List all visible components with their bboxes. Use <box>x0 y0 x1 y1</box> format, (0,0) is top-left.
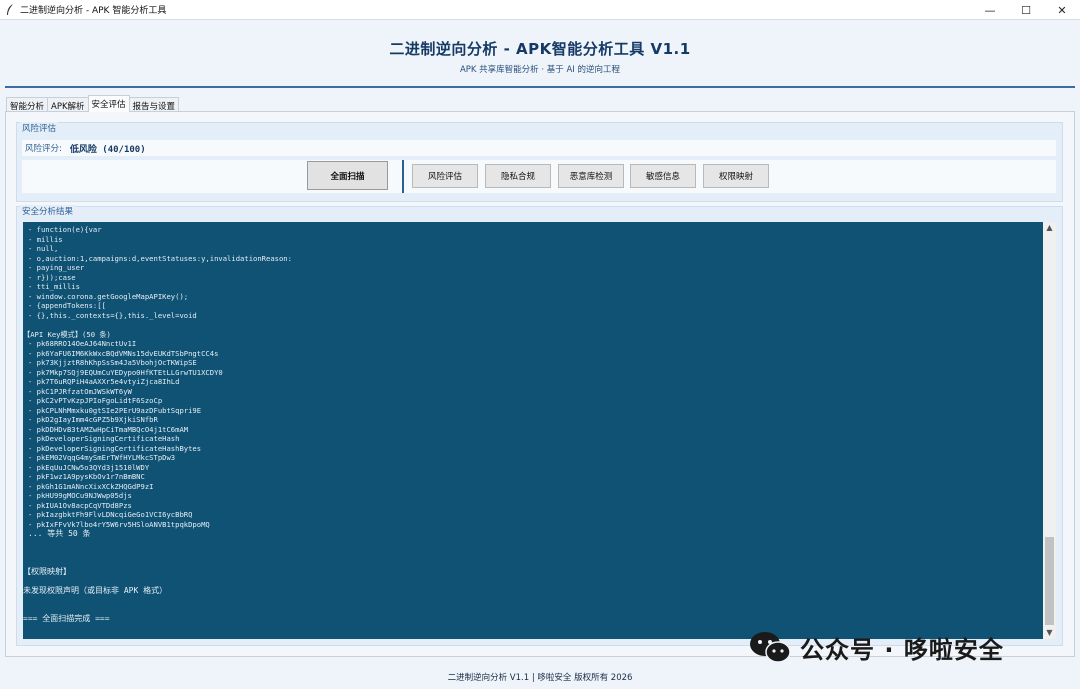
api-key-header: 【API Key模式】(50 条) <box>23 329 111 339</box>
console-line: - pkHU99gMOCu9NJWwp05djs <box>28 491 132 500</box>
scan-complete-text: === 全面扫描完成 === <box>23 614 110 623</box>
minimize-button[interactable]: — <box>972 0 1008 20</box>
scroll-down-icon[interactable]: ▼ <box>1043 627 1056 639</box>
feather-icon <box>7 3 13 15</box>
window-titlebar: 二进制逆向分析 - APK 智能分析工具 — ☐ ✕ <box>0 0 1080 20</box>
console-line: - pkIUA1Ov8acpCqVTDd8Pzs <box>28 500 132 510</box>
console-line: - pkEqUuJCNw5o3QYd3j1510lWDY <box>28 462 150 472</box>
console-line: - paying_user <box>28 263 85 272</box>
console-line: - pk73KjjztR8hKhpSsSm4Ja5VbohjOcTKWipSE <box>28 358 197 367</box>
malware-detect-button[interactable]: 恶意库检测 <box>558 164 624 188</box>
app-header: 二进制逆向分析 - APK智能分析工具 V1.1 APK 共享库智能分析 · 基… <box>0 21 1080 87</box>
console-line: - tti_millis <box>28 282 80 291</box>
risk-score-value: 低风险 (40/100) <box>69 144 146 155</box>
app-title: 二进制逆向分析 - APK智能分析工具 V1.1 <box>389 40 691 58</box>
risk-score-label: 风险评分: <box>25 144 62 154</box>
header-divider <box>5 86 1075 88</box>
wechat-icon <box>750 632 791 663</box>
console-line: - pkDeveloperSigningCertificateHashBytes <box>28 443 202 453</box>
watermark-text: 公众号 · 哆啦安全 <box>800 635 1004 664</box>
permission-header: 【权限映射】 <box>23 566 71 576</box>
console-line: - pkCPLNhMmxku0gtSIe2PErU9azDFubtSqpri9E <box>28 405 202 415</box>
console-line: - pk7Mkp7SQj9EQUmCuYEDypo0HfKTEtLLGrwTU1… <box>28 367 223 377</box>
maximize-button[interactable]: ☐ <box>1008 0 1044 20</box>
console-line: - pkF1wz1A9pysKbOv1r7nBmBNC <box>28 472 145 481</box>
console-line: - pkDDHDvB3tAMZwHpCiTmaMBQcO4j1tC6mAM <box>28 424 189 434</box>
tab-security-assessment[interactable]: 安全评估 <box>87 95 130 112</box>
sensitive-info-button[interactable]: 敏感信息 <box>630 164 696 188</box>
console-line: - pkC1PJRfzatOmJWSkWT6yW <box>28 386 132 396</box>
risk-score-row: 风险评分: 低风险 (40/100) <box>22 140 1056 156</box>
console-line: - pkC2vPTvKzpJPIoFgoLidtF6SzoCp <box>28 396 163 405</box>
api-key-more: ... 等共 50 条 <box>28 529 91 538</box>
console-line: - pkGh1G1mANncXixXCkZHQGdP9zI <box>28 481 154 491</box>
console-line: - pkIxFFvVk7lbo4rY5W6rv5HSloANVB1tpqkDpo… <box>28 519 210 529</box>
full-scan-button[interactable]: 全面扫描 <box>307 161 388 190</box>
console-line: - pk7T6uRQPiH4aAXXr5e4vtyiZjca8IhLd <box>28 377 180 386</box>
button-separator <box>402 160 404 193</box>
console-line: - {},this._contexts={},this._level=void <box>28 310 197 320</box>
console-line: - {appendTokens:[[ <box>28 301 106 310</box>
privacy-compliance-button[interactable]: 隐私合规 <box>485 164 551 188</box>
console-line: - pkIazgbktFh9FlvLDNcqiGeGo1VCI6ycBbRQ <box>28 510 193 519</box>
permission-map-button[interactable]: 权限映射 <box>703 164 769 188</box>
console-line: - pkEM02VqqG4mySmErTWfHYLMkcSTpDw3 <box>28 453 176 462</box>
risk-assess-button[interactable]: 风险评估 <box>412 164 478 188</box>
console-line: - function(e){var <box>28 225 102 234</box>
results-group-title: 安全分析结果 <box>20 205 76 217</box>
scroll-up-icon[interactable]: ▲ <box>1043 222 1056 234</box>
tab-bar: 智能分析 APK解析 安全评估 报告与设置 <box>6 95 180 112</box>
app-subtitle: APK 共享库智能分析 · 基于 AI 的逆向工程 <box>459 65 621 75</box>
scan-button-row: 全面扫描 风险评估 隐私合规 恶意库检测 敏感信息 权限映射 <box>22 160 1056 193</box>
permission-text: 未发现权限声明（或目标非 APK 格式） <box>23 585 168 595</box>
console-scrollbar[interactable]: ▲ ▼ <box>1043 222 1056 639</box>
results-console[interactable]: - function(e){var - millis - null, - o,a… <box>23 222 1043 639</box>
console-line: - window.corona.getGoogleMapAPIKey(); <box>28 291 189 301</box>
console-line: - millis <box>28 234 63 244</box>
console-line: - pk6YaFU6IM6KkWxcBQdVMNs15dvEUKdTSbPngt… <box>28 348 219 358</box>
console-line: - null, <box>28 244 59 253</box>
wechat-watermark: 公众号 · 哆啦安全 <box>748 626 1004 668</box>
console-line: - pkD2gIayImm4cGPZ5b9XjkiSNfbR <box>28 415 158 424</box>
close-button[interactable]: ✕ <box>1044 0 1080 20</box>
console-line: - o,auction:1,campaigns:d,eventStatuses:… <box>28 253 292 263</box>
console-line: - pk68RRO14OeAJ64NnctUv1I <box>28 339 137 348</box>
window-title: 二进制逆向分析 - APK 智能分析工具 <box>20 6 167 16</box>
tab-apk-parse[interactable]: APK解析 <box>47 97 89 112</box>
console-line: - pkDeveloperSigningCertificateHash <box>28 434 180 443</box>
footer-copyright: 二进制逆向分析 V1.1 | 哆啦安全 版权所有 2026 <box>447 673 633 683</box>
tab-smart-analysis[interactable]: 智能分析 <box>6 97 49 112</box>
risk-group-title: 风险评估 <box>20 122 59 134</box>
tab-report-settings[interactable]: 报告与设置 <box>128 97 180 112</box>
console-line: - r}));case <box>28 272 76 282</box>
scrollbar-thumb[interactable] <box>1045 537 1054 625</box>
